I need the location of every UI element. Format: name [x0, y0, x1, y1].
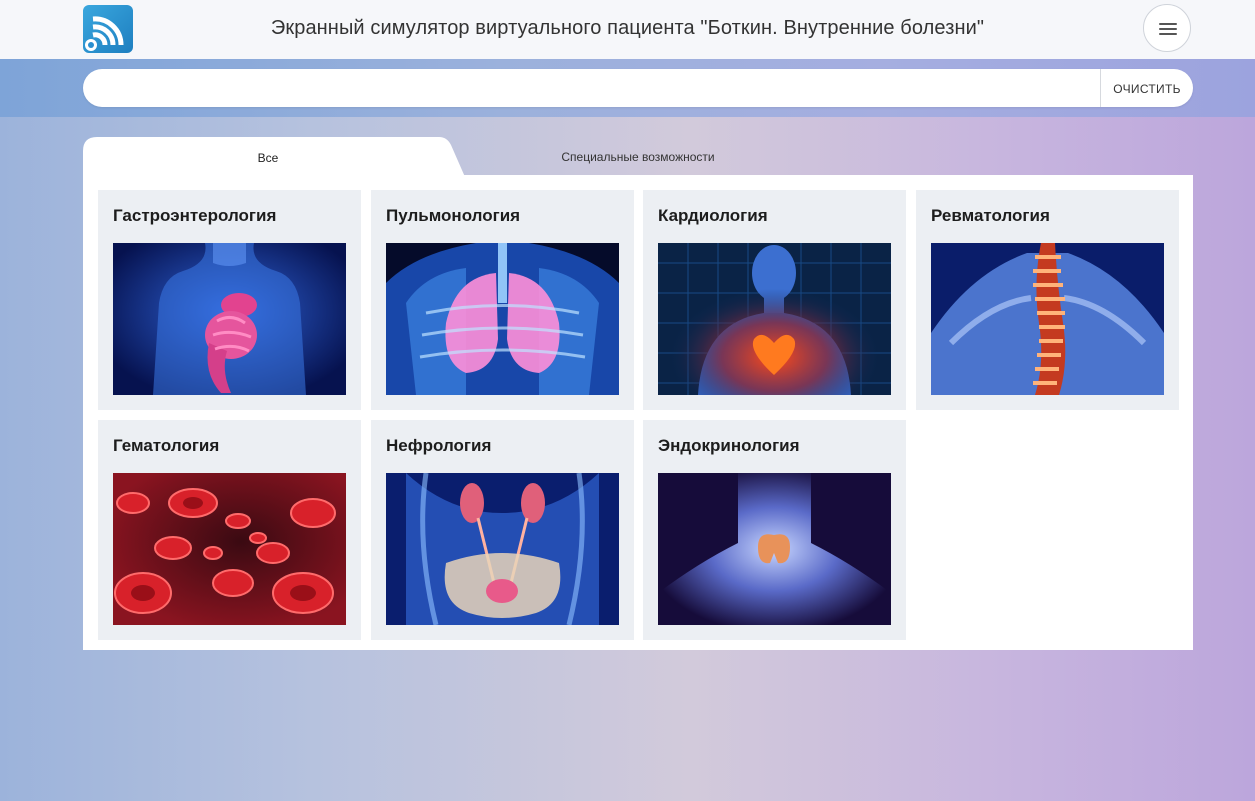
page-title: Экранный симулятор виртуального пациента…	[270, 17, 985, 39]
blood-cells-image	[113, 473, 346, 625]
kidneys-image	[386, 473, 619, 625]
heart-image	[658, 243, 891, 395]
search-input[interactable]	[83, 69, 1101, 107]
app-logo-icon[interactable]	[83, 5, 133, 53]
tab-accessibility[interactable]: Специальные возможности	[465, 150, 811, 164]
card-title: Эндокринология	[658, 436, 800, 455]
card-nephrology[interactable]: Нефрология	[371, 420, 634, 640]
search-bar: ОЧИСТИТЬ	[83, 69, 1193, 107]
tab-all[interactable]: Все	[83, 137, 465, 177]
card-pulmonology[interactable]: Пульмонология	[371, 190, 634, 410]
card-gastroenterology[interactable]: Гастроэнтерология	[98, 190, 361, 410]
lungs-image	[386, 243, 619, 395]
card-title: Нефрология	[386, 436, 492, 455]
card-title: Пульмонология	[386, 206, 521, 225]
tab-all-label: Все	[257, 151, 279, 165]
thyroid-image	[658, 473, 891, 625]
menu-icon	[1159, 23, 1177, 25]
card-title: Гастроэнтерология	[113, 206, 277, 225]
card-rheumatology[interactable]: Ревматология	[916, 190, 1179, 410]
card-hematology[interactable]: Гематология	[98, 420, 361, 640]
hamburger-menu-button[interactable]	[1143, 4, 1191, 52]
specialties-panel: Гастроэнтерология Пульмонология Кардиоло…	[83, 175, 1193, 650]
app-header: Экранный симулятор виртуального пациента…	[0, 0, 1255, 59]
clear-button[interactable]: ОЧИСТИТЬ	[1100, 69, 1193, 107]
card-title: Кардиология	[658, 206, 768, 225]
card-title: Ревматология	[931, 206, 1050, 225]
card-endocrinology[interactable]: Эндокринология	[643, 420, 906, 640]
card-cardiology[interactable]: Кардиология	[643, 190, 906, 410]
card-title: Гематология	[113, 436, 220, 455]
digestive-system-image	[113, 243, 346, 395]
menu-icon	[1159, 28, 1177, 30]
spine-image	[931, 243, 1164, 395]
menu-icon	[1159, 33, 1177, 35]
